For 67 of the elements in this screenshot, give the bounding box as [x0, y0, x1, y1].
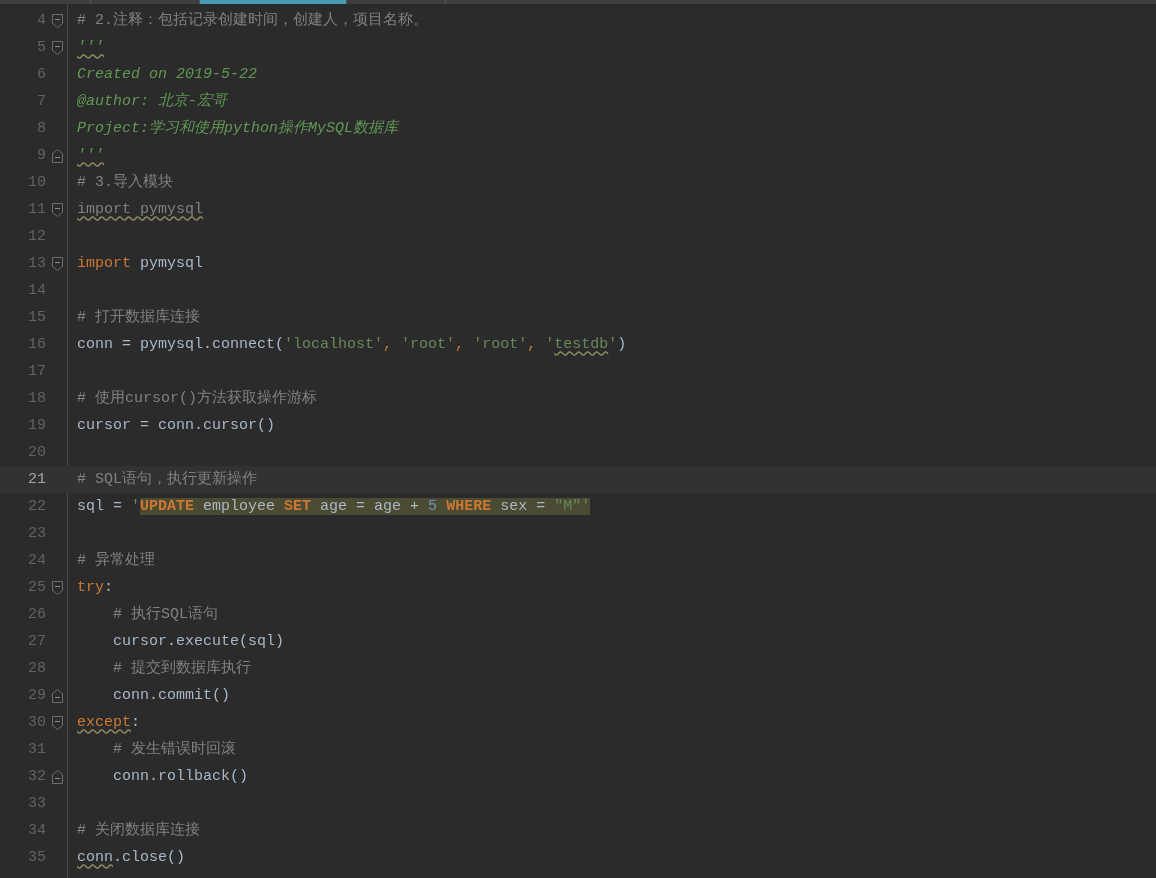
- code-line: conn.close(): [77, 847, 186, 868]
- code-line: except:: [77, 712, 141, 733]
- line-number: 26: [27, 606, 46, 623]
- line-number: 15: [27, 309, 46, 326]
- line-number: 27: [27, 633, 46, 650]
- code-line: sql = 'UPDATE employee SET age = age + 5 WHERE sex = "M"': [77, 496, 591, 517]
- code-line: # 异常处理: [77, 550, 155, 571]
- line-number: 32: [27, 768, 46, 785]
- line-number: 11: [27, 201, 46, 218]
- line-number: 30: [27, 714, 46, 731]
- code-line: import pymysql: [77, 253, 204, 274]
- line-number: 16: [27, 336, 46, 353]
- code-line: # 发生错误时回滚: [112, 739, 236, 760]
- code-line: ''': [77, 37, 104, 58]
- code-line: # 打开数据库连接: [77, 307, 200, 328]
- code-line: conn.rollback(): [112, 766, 249, 787]
- code-line: ''': [77, 145, 104, 166]
- fold-marker-icon[interactable]: [51, 580, 63, 595]
- fold-marker-icon[interactable]: [51, 715, 63, 730]
- line-number: 31: [27, 741, 46, 758]
- line-number: 18: [27, 390, 46, 407]
- line-number: 9: [36, 147, 46, 164]
- code-line: # 执行SQL语句: [112, 604, 218, 625]
- code-line: # 2.注释：包括记录创建时间，创建人，项目名称。: [77, 10, 428, 31]
- line-number: 24: [27, 552, 46, 569]
- line-number: 10: [27, 174, 46, 191]
- code-line: # 提交到数据库执行: [112, 658, 251, 679]
- code-line: cursor = conn.cursor(): [77, 415, 276, 436]
- code-line: import pymysql: [77, 199, 204, 220]
- code-line: conn.commit(): [112, 685, 231, 706]
- line-number: 6: [36, 66, 46, 83]
- line-number: 28: [27, 660, 46, 677]
- code-line: # 关闭数据库连接: [77, 820, 200, 841]
- code-line: # 3.导入模块: [77, 172, 173, 193]
- fold-marker-icon[interactable]: [51, 688, 63, 703]
- code-line: cursor.execute(sql): [112, 631, 285, 652]
- line-number: 5: [36, 39, 46, 56]
- fold-marker-icon[interactable]: [51, 202, 63, 217]
- code-line: # SQL语句，执行更新操作: [77, 469, 257, 490]
- line-number: 35: [27, 849, 46, 866]
- line-number: 20: [27, 444, 46, 461]
- fold-marker-icon[interactable]: [51, 13, 63, 28]
- line-number: 22: [27, 498, 46, 515]
- line-number: 23: [27, 525, 46, 542]
- line-number: 12: [27, 228, 46, 245]
- fold-marker-icon[interactable]: [51, 40, 63, 55]
- line-number: 4: [36, 12, 46, 29]
- line-number: 14: [27, 282, 46, 299]
- code-line: conn = pymysql.connect('localhost', 'root', 'root', 'testdb'): [77, 334, 627, 355]
- line-number: 34: [27, 822, 46, 839]
- code-line: Project:学习和使用python操作MySQL数据库: [77, 118, 399, 139]
- line-number: 17: [27, 363, 46, 380]
- line-number: 29: [27, 687, 46, 704]
- code-line: try:: [77, 577, 114, 598]
- fold-marker-icon[interactable]: [51, 148, 63, 163]
- code-line: @author: 北京-宏哥: [77, 91, 227, 112]
- fold-marker-icon[interactable]: [51, 769, 63, 784]
- line-number: 13: [27, 255, 46, 272]
- fold-marker-icon[interactable]: [51, 256, 63, 271]
- line-number: 8: [36, 120, 46, 137]
- line-number: 19: [27, 417, 46, 434]
- line-number: 33: [27, 795, 46, 812]
- code-line: Created on 2019-5-22: [77, 64, 258, 85]
- line-number: 7: [36, 93, 46, 110]
- line-number: 25: [27, 579, 46, 596]
- line-number: 21: [27, 471, 46, 488]
- code-line: # 使用cursor()方法获取操作游标: [77, 388, 317, 409]
